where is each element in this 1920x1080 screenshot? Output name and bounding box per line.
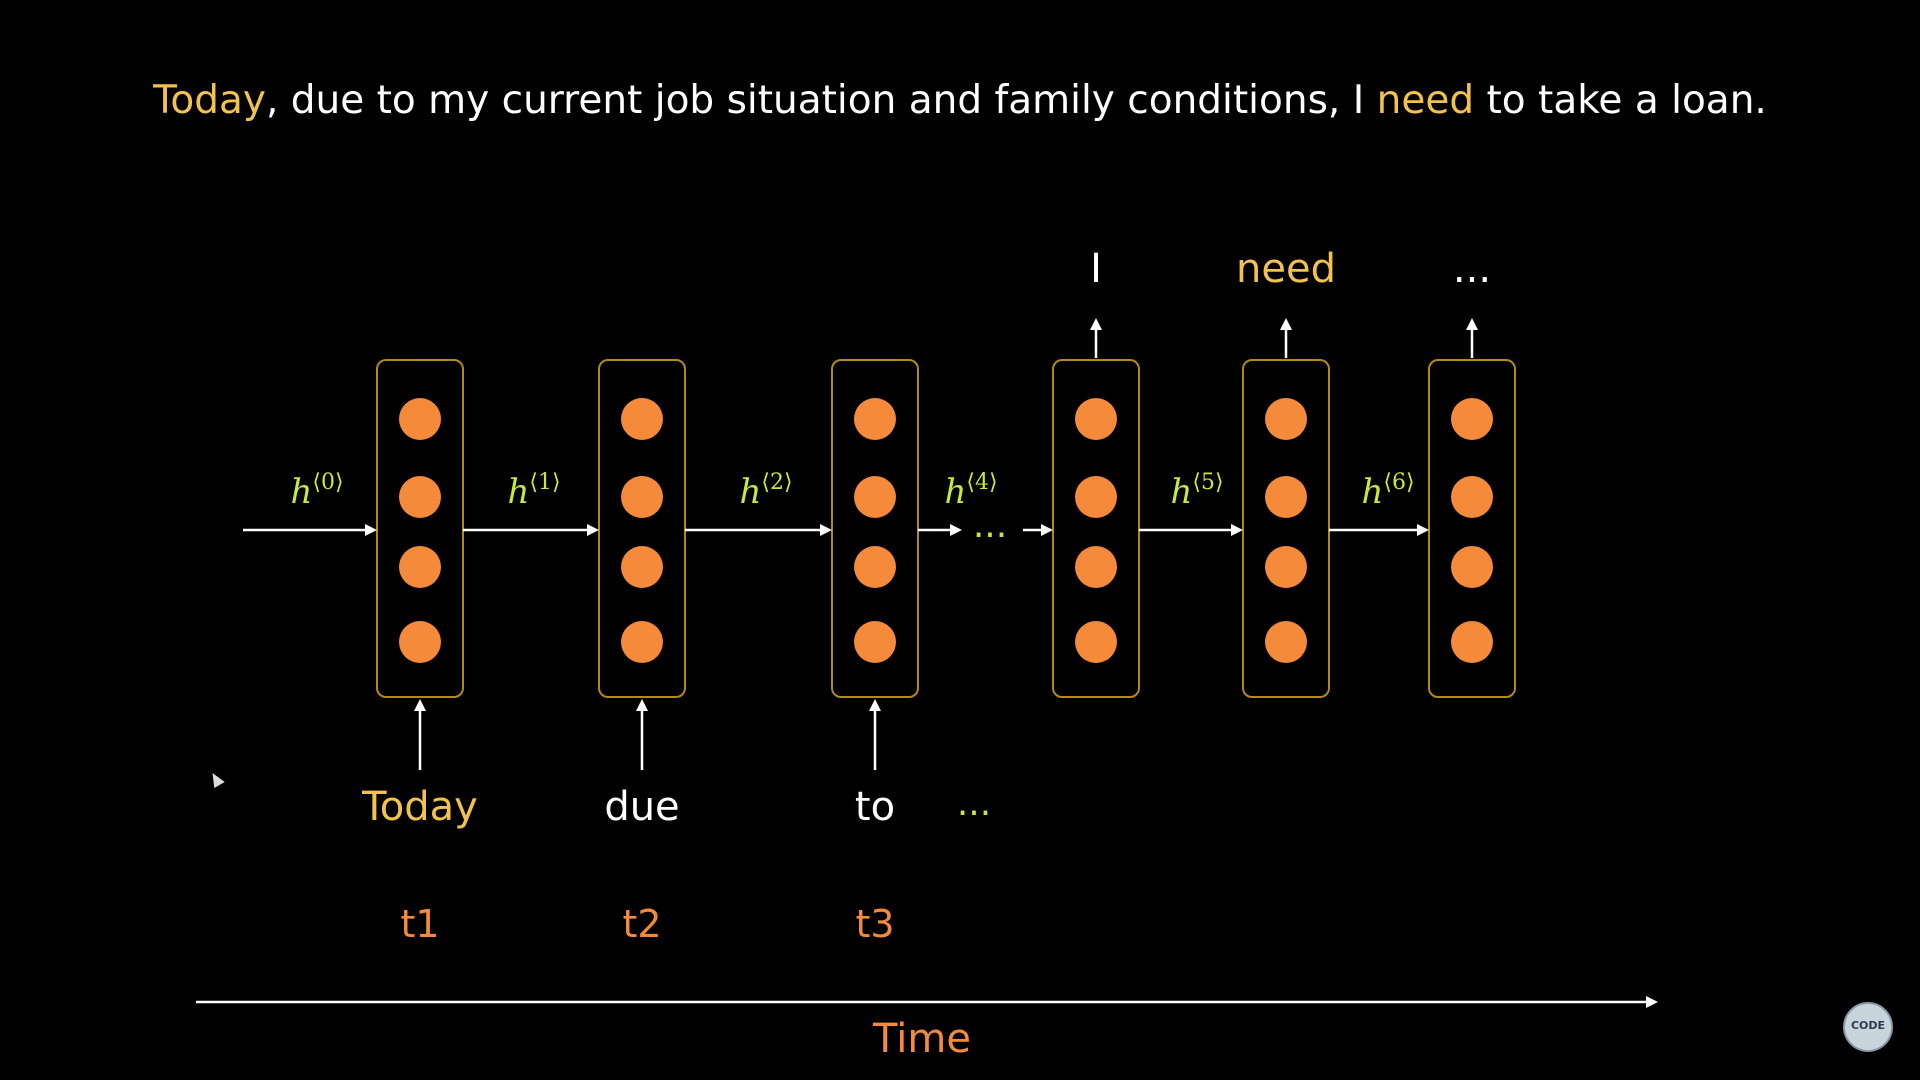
hidden-state-label: h⟨6⟩ <box>1361 470 1414 512</box>
gap-ellipsis: ... <box>973 505 1007 546</box>
input-ellipsis: ... <box>957 783 991 824</box>
output-arrow <box>1280 318 1292 358</box>
neuron-node <box>1075 476 1117 518</box>
hidden-state-label: h⟨2⟩ <box>739 470 792 512</box>
rnn-cell <box>598 359 686 698</box>
hidden-state-arrow <box>1139 524 1243 536</box>
output-word: I <box>1090 246 1102 292</box>
rnn-cell <box>831 359 919 698</box>
input-word: due <box>604 784 679 830</box>
input-word: to <box>855 784 895 830</box>
neuron-node <box>1265 476 1307 518</box>
output-arrow <box>1466 318 1478 358</box>
rnn-diagram: h⟨0⟩ h⟨1⟩ h⟨2⟩ h⟨4⟩ h⟨5⟩ h⟨6⟩...Todayt1duet2t… <box>196 246 1658 1062</box>
hidden-state-arrow <box>243 524 377 536</box>
output-word: ... <box>1453 246 1491 292</box>
neuron-node <box>399 476 441 518</box>
neuron-node <box>854 621 896 663</box>
neuron-node <box>621 476 663 518</box>
time-axis-label: Time <box>872 1016 971 1062</box>
neuron-node <box>1451 476 1493 518</box>
timestep-label: t1 <box>400 902 439 946</box>
neuron-node <box>1075 398 1117 440</box>
neuron-node <box>399 546 441 588</box>
neuron-node <box>621 546 663 588</box>
output-arrow <box>1090 318 1102 358</box>
hidden-state-arrow <box>1329 524 1429 536</box>
input-arrow <box>869 699 881 770</box>
hidden-state-label: h⟨5⟩ <box>1170 470 1223 512</box>
input-arrow <box>636 699 648 770</box>
neuron-node <box>1075 546 1117 588</box>
hidden-state-arrow <box>685 524 832 536</box>
time-axis-arrow <box>196 996 1658 1008</box>
neuron-node <box>621 621 663 663</box>
timestep-label: t2 <box>622 902 661 946</box>
rnn-cell <box>1052 359 1140 698</box>
neuron-node <box>1451 398 1493 440</box>
neuron-node <box>1451 621 1493 663</box>
neuron-node <box>1451 546 1493 588</box>
neuron-node <box>854 398 896 440</box>
hidden-state-label: h⟨1⟩ <box>507 470 560 512</box>
neuron-node <box>1075 621 1117 663</box>
neuron-node <box>1265 621 1307 663</box>
neuron-node <box>621 398 663 440</box>
neuron-node <box>1265 546 1307 588</box>
timestep-label: t3 <box>855 902 894 946</box>
hidden-state-label: h⟨0⟩ <box>290 470 343 512</box>
input-arrow <box>414 699 426 770</box>
neuron-node <box>399 398 441 440</box>
hidden-state-arrow <box>1023 524 1053 536</box>
hidden-state-arrow <box>918 524 962 536</box>
rnn-cell <box>1428 359 1516 698</box>
neuron-node <box>1265 398 1307 440</box>
output-word: need <box>1236 246 1336 292</box>
neuron-node <box>854 476 896 518</box>
input-word: Today <box>361 784 478 830</box>
rnn-cell <box>376 359 464 698</box>
hidden-state-arrow <box>463 524 599 536</box>
neuron-node <box>399 621 441 663</box>
rnn-cell <box>1242 359 1330 698</box>
codebasics-logo-icon: CODE <box>1843 1002 1893 1052</box>
neuron-node <box>854 546 896 588</box>
